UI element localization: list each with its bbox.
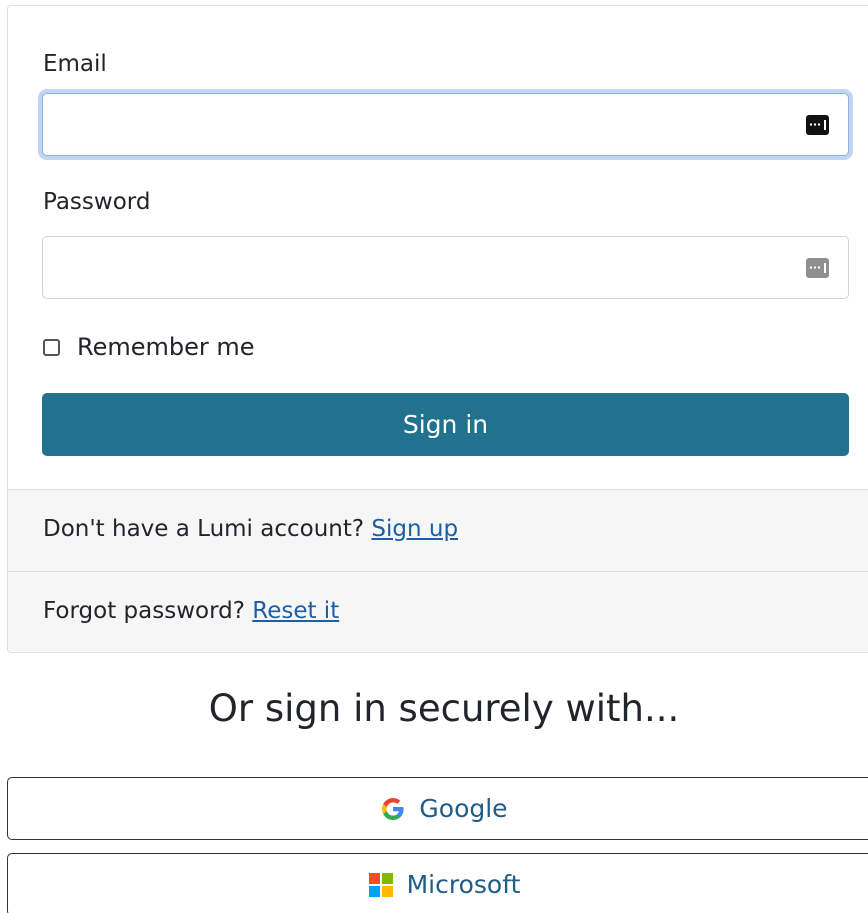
signup-prompt: Don't have a Lumi account? — [43, 516, 365, 542]
microsoft-icon — [368, 872, 393, 897]
forgot-prompt: Forgot password? — [43, 598, 245, 624]
password-manager-icon[interactable] — [806, 115, 829, 135]
google-signin-button[interactable]: Google — [7, 777, 868, 840]
signup-text: Don't have a Lumi account? Sign up — [43, 514, 458, 544]
alt-signin-heading: Or sign in securely with... — [208, 687, 680, 730]
sign-in-card: Email Password Remember me Sign in Don't… — [7, 5, 868, 653]
signup-row: Don't have a Lumi account? Sign up — [8, 489, 868, 571]
remember-me-label: Remember me — [77, 333, 255, 361]
sign-up-link[interactable]: Sign up — [371, 516, 458, 542]
microsoft-signin-button[interactable]: Microsoft — [7, 853, 868, 913]
password-manager-icon[interactable] — [806, 258, 829, 278]
password-label: Password — [43, 189, 151, 215]
sign-in-button[interactable]: Sign in — [42, 393, 849, 456]
google-icon — [382, 797, 404, 820]
password-field[interactable] — [42, 236, 849, 299]
forgot-password-row: Forgot password? Reset it — [8, 571, 868, 652]
email-field[interactable] — [42, 93, 849, 156]
google-label: Google — [419, 794, 508, 823]
email-label: Email — [43, 51, 107, 77]
reset-password-link[interactable]: Reset it — [252, 598, 339, 624]
microsoft-label: Microsoft — [406, 870, 521, 899]
remember-me[interactable]: Remember me — [43, 332, 255, 362]
forgot-password-text: Forgot password? Reset it — [43, 596, 339, 626]
remember-me-checkbox[interactable] — [43, 338, 60, 356]
sign-in-page: Email Password Remember me Sign in Don't… — [0, 0, 868, 913]
sign-in-form: Email Password Remember me Sign in — [8, 6, 868, 489]
